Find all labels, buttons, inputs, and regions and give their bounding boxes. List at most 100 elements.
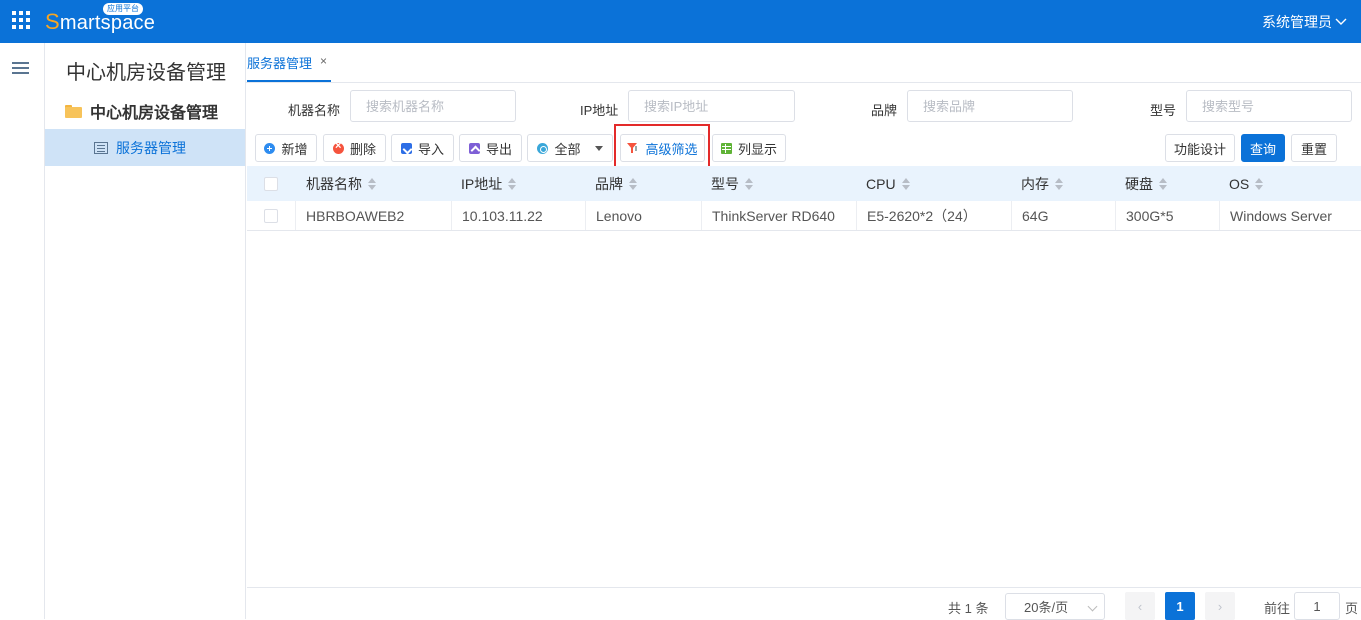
column-header[interactable]: OS — [1229, 166, 1264, 201]
chevron-down-icon — [1335, 18, 1347, 25]
export-button-label: 导出 — [485, 141, 512, 157]
ip-label: IP地址 — [580, 103, 619, 118]
column-header-label: 型号 — [711, 175, 739, 192]
sort-icon[interactable] — [1255, 177, 1264, 190]
sort-icon[interactable] — [368, 177, 377, 190]
select-all-checkbox[interactable] — [264, 176, 278, 191]
pagination: 共 1 条 20条/页 ‹ 1 › 前往 页 — [247, 587, 1361, 620]
function-design-button[interactable]: 功能设计 — [1165, 134, 1235, 162]
column-header[interactable]: CPU — [866, 166, 911, 201]
sort-icon[interactable] — [1055, 177, 1064, 190]
scope-dropdown[interactable]: 全部 — [527, 134, 613, 162]
table-row[interactable]: HBRBOAWEB2 10.103.11.22 Lenovo ThinkServ… — [247, 201, 1361, 231]
left-rail — [0, 43, 45, 619]
add-button[interactable]: 新增 — [255, 134, 317, 162]
column-header[interactable]: 内存 — [1021, 166, 1064, 201]
column-header[interactable]: 机器名称 — [306, 166, 377, 201]
plus-icon — [264, 142, 276, 154]
table-cell: ThinkServer RD640 — [701, 201, 856, 230]
table-cell: 64G — [1011, 201, 1115, 230]
machine-name-input[interactable] — [350, 90, 516, 122]
column-header-label: OS — [1229, 175, 1250, 192]
export-button[interactable]: 导出 — [459, 134, 522, 162]
column-header-label: 硬盘 — [1125, 175, 1153, 192]
column-header[interactable]: 品牌 — [595, 166, 638, 201]
table-cell: 300G*5 — [1115, 201, 1219, 230]
column-header-label: 品牌 — [595, 175, 623, 192]
page-size-select[interactable]: 20条/页 — [1005, 593, 1105, 620]
add-button-label: 新增 — [281, 141, 308, 157]
sort-icon[interactable] — [1159, 177, 1168, 190]
menu-toggle-icon[interactable] — [12, 62, 29, 74]
column-header-label: 机器名称 — [306, 175, 362, 192]
logo-text: martspace — [59, 12, 156, 34]
tree-root-label: 中心机房设备管理 — [90, 105, 219, 122]
sidebar: 中心机房设备管理 中心机房设备管理 服务器管理 — [45, 43, 246, 619]
delete-icon — [332, 140, 344, 154]
table-cell: E5-2620*2（24） — [856, 201, 1011, 230]
list-icon — [94, 141, 108, 154]
logo-badge: 应用平台 — [103, 3, 143, 15]
column-header[interactable]: 硬盘 — [1125, 166, 1168, 201]
column-header-label: CPU — [866, 175, 896, 192]
delete-button-label: 删除 — [349, 141, 376, 157]
folder-icon — [65, 104, 82, 118]
filter-icon — [627, 142, 639, 154]
table-header: 机器名称 IP地址 品牌 型号 CPU 内存 硬盘 OS — [247, 166, 1361, 201]
chevron-down-icon — [1087, 601, 1098, 612]
model-input[interactable] — [1186, 90, 1352, 122]
close-icon[interactable]: × — [320, 53, 327, 69]
advanced-filter-button[interactable]: 高级筛选 — [620, 134, 705, 162]
logo-initial: S — [45, 9, 60, 34]
column-display-label: 列显示 — [737, 141, 777, 157]
brand-label: 品牌 — [871, 103, 898, 118]
export-icon — [468, 142, 480, 154]
tab-server-management[interactable]: 服务器管理 × — [247, 53, 332, 82]
table-cell: 10.103.11.22 — [451, 201, 585, 230]
sidebar-title: 中心机房设备管理 — [66, 62, 226, 84]
user-name: 系统管理员 — [1262, 14, 1332, 30]
reset-button[interactable]: 重置 — [1291, 134, 1337, 162]
apps-grid-icon[interactable] — [12, 11, 30, 29]
machine-name-label: 机器名称 — [288, 103, 341, 118]
ip-input[interactable] — [628, 90, 795, 122]
next-page-button[interactable]: › — [1205, 592, 1235, 620]
row-checkbox[interactable] — [264, 208, 278, 223]
import-icon — [400, 142, 412, 154]
pagination-total: 共 1 条 — [948, 601, 989, 616]
page-number-current[interactable]: 1 — [1165, 592, 1195, 620]
table-cell: HBRBOAWEB2 — [295, 201, 451, 230]
column-header[interactable]: 型号 — [711, 166, 754, 201]
page-size-value: 20条/页 — [1024, 600, 1069, 615]
columns-icon — [720, 142, 732, 154]
model-label: 型号 — [1150, 103, 1177, 118]
sort-icon[interactable] — [508, 177, 517, 190]
table-cell: Lenovo — [585, 201, 701, 230]
column-display-button[interactable]: 列显示 — [712, 134, 786, 162]
sort-icon[interactable] — [745, 177, 754, 190]
import-button-label: 导入 — [417, 141, 444, 157]
page-suffix: 页 — [1345, 601, 1359, 616]
table-cell: Windows Server — [1219, 201, 1361, 230]
column-header[interactable]: IP地址 — [461, 166, 517, 201]
brand-input[interactable] — [907, 90, 1073, 122]
user-menu[interactable]: 系统管理员 — [1262, 12, 1347, 32]
sidebar-item-server-management[interactable]: 服务器管理 — [45, 129, 245, 166]
globe-icon — [537, 142, 549, 154]
scope-dropdown-label: 全部 — [554, 141, 581, 157]
caret-down-icon — [594, 145, 603, 151]
column-header-label: 内存 — [1021, 175, 1049, 192]
query-button[interactable]: 查询 — [1241, 134, 1285, 162]
column-header-label: IP地址 — [461, 175, 503, 192]
import-button[interactable]: 导入 — [391, 134, 454, 162]
sort-icon[interactable] — [901, 177, 911, 190]
goto-page-input[interactable] — [1294, 592, 1340, 620]
advanced-filter-label: 高级筛选 — [645, 141, 698, 157]
prev-page-button[interactable]: ‹ — [1125, 592, 1155, 620]
tab-label: 服务器管理 — [247, 56, 313, 71]
sort-icon[interactable] — [629, 177, 638, 190]
tree-root-item[interactable]: 中心机房设备管理 — [65, 99, 218, 123]
goto-label: 前往 — [1264, 601, 1291, 616]
select-all-cell — [264, 166, 278, 201]
delete-button[interactable]: 删除 — [323, 134, 386, 162]
